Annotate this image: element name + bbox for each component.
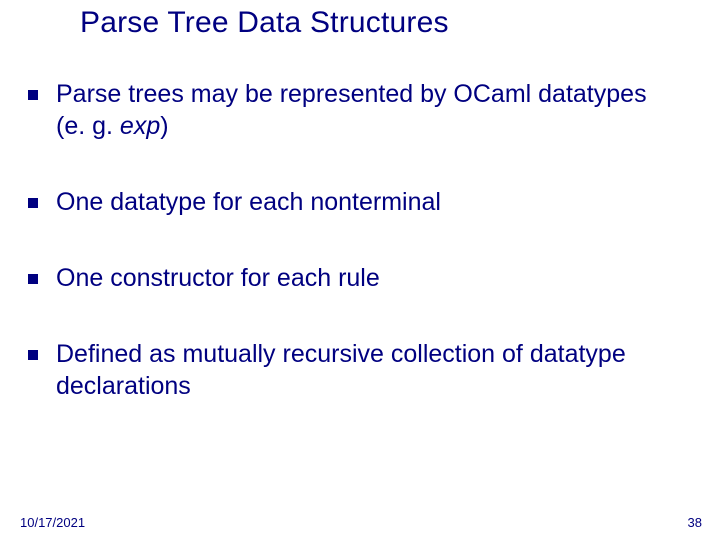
bullet-item-3: One constructor for each rule <box>28 262 680 294</box>
square-bullet-icon <box>28 90 38 100</box>
square-bullet-icon <box>28 198 38 208</box>
bullet-1-post: ) <box>160 112 168 140</box>
bullet-text-4: Defined as mutually recursive collection… <box>56 338 680 402</box>
slide-body: Parse trees may be represented by OCaml … <box>28 78 680 402</box>
bullet-text-2: One datatype for each nonterminal <box>56 186 680 218</box>
footer-date: 10/17/2021 <box>20 515 85 530</box>
slide: Parse Tree Data Structures Parse trees m… <box>0 0 720 540</box>
square-bullet-icon <box>28 274 38 284</box>
bullet-text-1: Parse trees may be represented by OCaml … <box>56 78 680 142</box>
square-bullet-icon <box>28 350 38 360</box>
footer-page-number: 38 <box>688 515 702 530</box>
bullet-item-1: Parse trees may be represented by OCaml … <box>28 78 680 142</box>
bullet-text-3: One constructor for each rule <box>56 262 680 294</box>
slide-title: Parse Tree Data Structures <box>80 6 680 40</box>
bullet-item-4: Defined as mutually recursive collection… <box>28 338 680 402</box>
bullet-item-2: One datatype for each nonterminal <box>28 186 680 218</box>
bullet-1-italic: exp <box>120 112 160 140</box>
